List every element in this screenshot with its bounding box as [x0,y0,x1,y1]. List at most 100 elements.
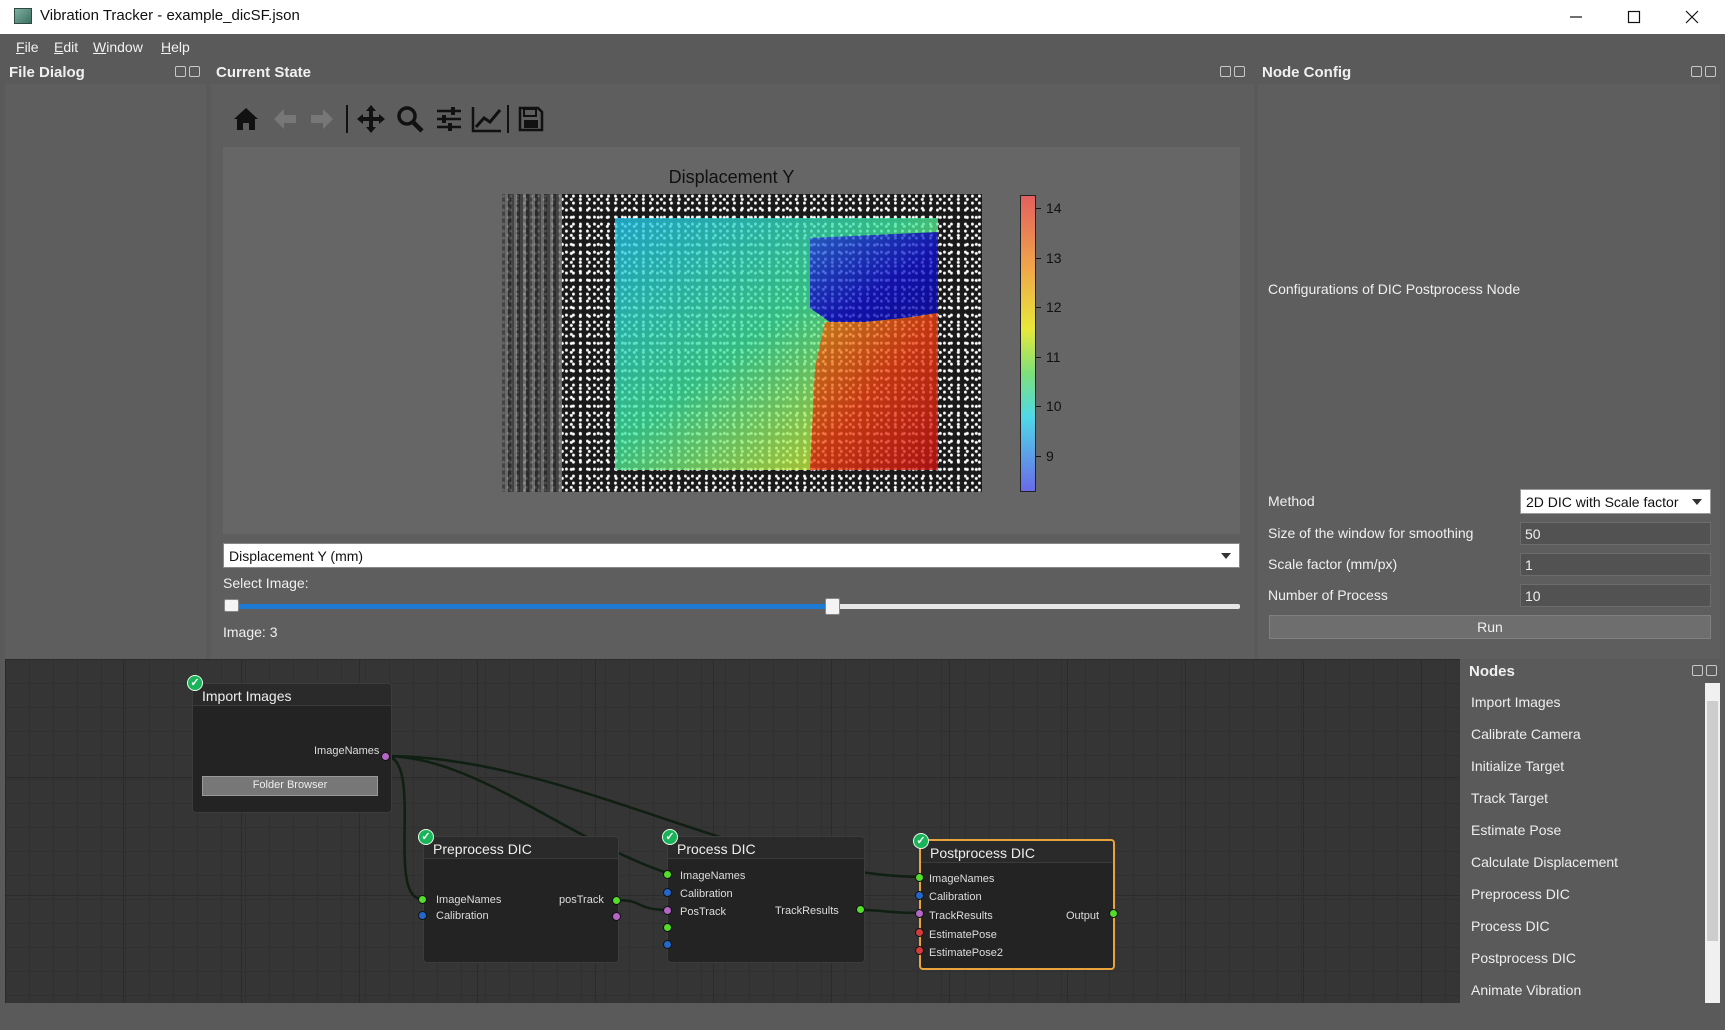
float-icon[interactable] [1692,665,1703,676]
pan-button[interactable] [354,103,388,135]
displacement-field-overlay [615,218,938,470]
input-port[interactable] [915,873,924,882]
maximize-icon [1627,10,1641,24]
dock-buttons [1220,66,1246,78]
float-icon[interactable] [1691,66,1702,77]
node-title: Import Images [202,688,292,704]
colorbar-tick: 9 [1036,448,1054,464]
list-item[interactable]: Preprocess DIC [1471,886,1570,902]
list-item[interactable]: Track Target [1471,790,1548,806]
status-bar [0,1003,1725,1030]
list-item[interactable]: Calculate Displacement [1471,854,1618,870]
chevron-down-icon [1692,499,1702,505]
output-port[interactable] [381,752,390,761]
image-slider-handle[interactable] [825,598,840,615]
menu-help[interactable]: Help [161,39,190,55]
port-label: TrackResults [929,910,993,922]
list-item[interactable]: Calibrate Camera [1471,726,1581,742]
select-image-label: Select Image: [223,575,309,591]
input-port[interactable] [915,946,924,955]
menu-edit[interactable]: Edit [54,39,78,55]
list-item[interactable]: Initialize Target [1471,758,1564,774]
list-item[interactable]: Import Images [1471,694,1560,710]
scale-factor-field[interactable]: 1 [1520,553,1711,576]
file-dialog-dock-header: File Dialog [5,60,206,84]
port-label: EstimatePose2 [929,947,1003,959]
method-select[interactable]: 2D DIC with Scale factor [1520,489,1711,514]
specimen-image [502,194,982,492]
node-status-check-icon: ✓ [662,829,678,845]
colorbar-tick: 13 [1036,250,1062,266]
nodes-scrollbar[interactable] [1705,683,1720,1003]
input-port[interactable] [663,888,672,897]
home-button[interactable] [229,103,263,135]
specimen-edge [502,194,562,492]
port-label: posTrack [559,894,604,906]
edit-axis-button[interactable] [470,103,504,135]
image-slider-start-handle[interactable] [224,599,239,612]
list-item[interactable]: Postprocess DIC [1471,950,1576,966]
dock-title: File Dialog [9,64,85,81]
input-port[interactable] [418,911,427,920]
float-icon[interactable] [175,66,186,77]
input-port[interactable] [915,891,924,900]
scrollbar-thumb[interactable] [1707,701,1718,941]
input-port[interactable] [915,909,924,918]
wire-trackresults-postprocess [860,908,920,915]
back-button[interactable] [268,103,302,135]
list-item[interactable]: Animate Vibration [1471,982,1581,998]
input-port[interactable] [663,906,672,915]
node-header: Postprocess DIC [921,841,1113,863]
configure-subplots-button[interactable] [432,103,466,135]
close-icon[interactable] [189,66,200,77]
maximize-button[interactable] [1605,0,1663,34]
close-icon[interactable] [1706,665,1717,676]
plot-figure[interactable]: Displacement Y 14 13 12 11 10 9 [223,147,1240,534]
number-of-process-field[interactable]: 10 [1520,584,1711,607]
output-port[interactable] [856,905,865,914]
app-window: Vibration Tracker - example_dicSF.json F… [0,0,1725,1030]
dock-title: Node Config [1262,64,1352,81]
minimize-button[interactable] [1547,0,1605,34]
forward-button[interactable] [305,103,339,135]
run-button[interactable]: Run [1269,615,1711,639]
node-status-check-icon: ✓ [418,829,434,845]
colorbar [1020,195,1036,492]
list-item[interactable]: Estimate Pose [1471,822,1561,838]
input-port[interactable] [915,928,924,937]
input-port[interactable] [418,895,427,904]
preprocess-dic-node[interactable]: Preprocess DIC ImageNames Calibration po… [423,836,619,963]
input-port[interactable] [663,870,672,879]
input-port[interactable] [663,940,672,949]
input-port[interactable] [663,923,672,932]
display-quantity-select[interactable]: Displacement Y (mm) [223,543,1240,568]
import-images-node[interactable]: Import Images ImageNames Folder Browser [192,683,392,813]
close-icon[interactable] [1705,66,1716,77]
nodes-list: Import Images Calibrate Camera Initializ… [1465,683,1705,1003]
postprocess-dic-node[interactable]: Postprocess DIC ImageNames Calibration T… [919,839,1115,970]
colorbar-tick: 12 [1036,299,1062,315]
folder-browser-button[interactable]: Folder Browser [202,776,378,796]
process-dic-node[interactable]: Process DIC ImageNames Calibration PosTr… [667,836,865,963]
edit-axis-icon [471,107,502,133]
node-title: Preprocess DIC [433,841,532,857]
smoothing-window-field[interactable]: 50 [1520,522,1711,545]
menu-window[interactable]: Window [93,39,143,55]
node-header: Preprocess DIC [424,837,618,859]
configure-subplots-icon [437,107,461,131]
node-graph-canvas[interactable]: Import Images ImageNames Folder Browser … [5,659,1460,1003]
node-config-dock-header: Node Config [1258,60,1720,84]
close-button[interactable] [1663,0,1721,34]
close-icon[interactable] [1234,66,1245,77]
save-figure-button[interactable] [514,103,548,135]
list-item[interactable]: Process DIC [1471,918,1550,934]
number-of-process-label: Number of Process [1268,587,1388,603]
smoothing-window-label: Size of the window for smoothing [1268,525,1474,541]
output-port[interactable] [612,896,621,905]
zoom-button[interactable] [393,103,427,135]
output-port[interactable] [612,912,621,921]
menu-file[interactable]: File [16,39,39,55]
float-icon[interactable] [1220,66,1231,77]
output-port[interactable] [1109,909,1118,918]
title-bar: Vibration Tracker - example_dicSF.json [0,0,1725,34]
